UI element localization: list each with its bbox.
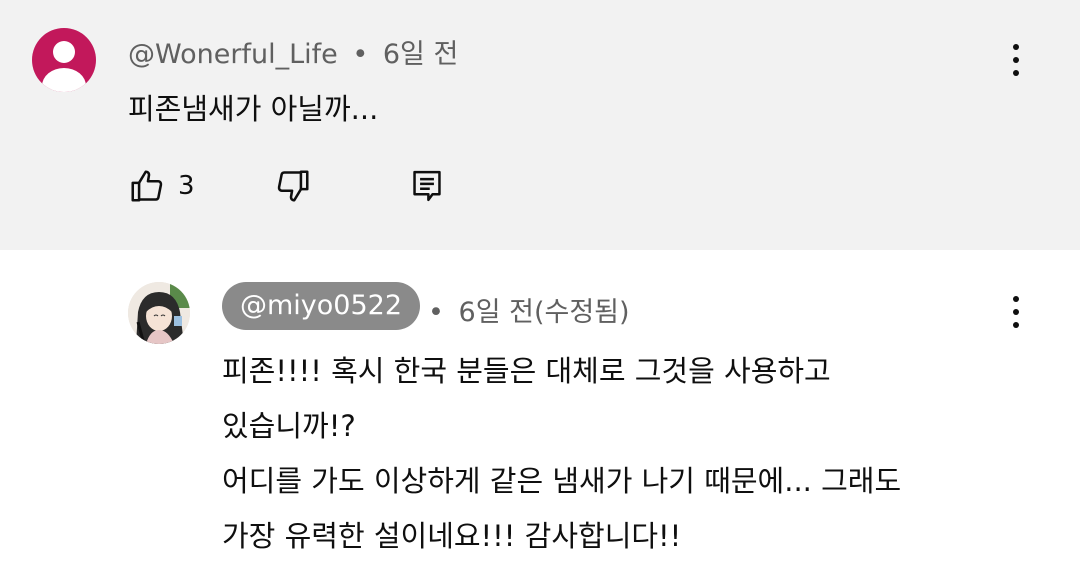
comment-meta: @Wonerful_Life • 6일 전 <box>128 32 458 71</box>
reply-avatar[interactable] <box>128 282 190 344</box>
more-icon-dot <box>1013 322 1019 328</box>
reply-text-line: 있습니까!? <box>222 409 356 443</box>
reply-author-chip[interactable]: @miyo0522 <box>222 282 421 330</box>
avatar[interactable] <box>32 28 96 92</box>
comment-text: 피존냄새가 아닐까... <box>128 92 379 126</box>
comment-time: 6일 전 <box>382 39 459 70</box>
more-icon-dot <box>1013 44 1019 50</box>
like-count: 3 <box>178 171 195 201</box>
more-icon-dot <box>1013 309 1019 315</box>
comment-author[interactable]: @Wonerful_Life <box>128 39 338 70</box>
like-icon <box>131 170 163 202</box>
meta-separator: • <box>428 297 444 328</box>
more-icon-dot <box>1013 57 1019 63</box>
reply-button[interactable] <box>410 166 444 206</box>
reply-text-line: 어디를 가도 이상하게 같은 냄새가 나기 때문에... 그래도 <box>222 464 902 498</box>
default-avatar-body <box>42 68 86 92</box>
reply-text: 피존!!!! 혹시 한국 분들은 대체로 그것을 사용하고 있습니까!? 어디를… <box>222 344 901 564</box>
reply-text-line: 피존!!!! 혹시 한국 분들은 대체로 그것을 사용하고 <box>222 354 831 388</box>
anime-girl-avatar-icon <box>128 282 190 344</box>
reply-time: 6일 전(수정됨) <box>458 297 630 328</box>
reply-text-line: 가장 유력한 설이네요!!! 감사합니다!! <box>222 519 682 553</box>
reply-meta: • 6일 전(수정됨) <box>428 290 630 329</box>
dislike-button[interactable] <box>274 166 312 206</box>
more-icon-dot <box>1013 296 1019 302</box>
comment-thread: @Wonerful_Life • 6일 전 피존냄새가 아닐까... 3 <box>0 0 1080 250</box>
default-avatar-head <box>53 41 75 63</box>
reply-more-options-button[interactable] <box>1004 292 1028 332</box>
more-options-button[interactable] <box>1004 40 1028 80</box>
meta-separator: • <box>352 39 369 70</box>
dislike-icon <box>277 170 309 202</box>
like-button[interactable]: 3 <box>128 166 195 206</box>
reply-icon <box>413 170 441 202</box>
more-icon-dot <box>1013 70 1019 76</box>
